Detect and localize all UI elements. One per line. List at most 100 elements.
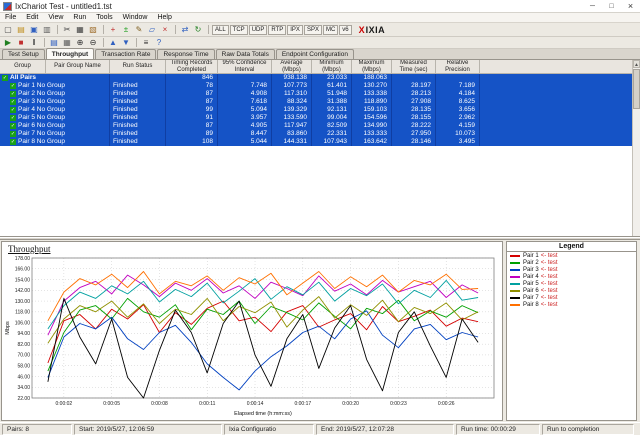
cut-icon[interactable]: ✂ [61,24,73,35]
print-icon[interactable]: ▥ [41,24,53,35]
tab-response-time[interactable]: Response Time [157,49,214,59]
protocol-button-v6[interactable]: v6 [339,25,351,35]
row-check-icon[interactable]: ✓ [10,123,16,129]
protocol-button-udp[interactable]: UDP [249,25,268,35]
cell-confidence: 3.957 [218,114,272,122]
zoom-out-icon[interactable]: ⊖ [87,37,99,48]
menu-window[interactable]: Window [118,14,153,21]
column-header-run-status[interactable]: Run Status [110,60,166,74]
row-check-icon[interactable]: ✓ [10,99,16,105]
throughput-chart[interactable]: 178.00166.00154.00142.00130.00118.00106.… [2,254,502,423]
column-header-group[interactable]: Group [0,60,46,74]
cell-confidence: 8.447 [218,130,272,138]
legend-item-pair-3[interactable]: Pair 3<- test [507,266,636,273]
row-check-icon[interactable]: ✓ [10,115,16,121]
add-multicast-group-icon[interactable]: ± [120,24,132,35]
duplicate-pair-icon[interactable]: ▱ [146,24,158,35]
series-pair-1[interactable] [48,301,478,363]
run-toolbar: ▶■‖ ▤▦⊕⊖ ▲▼ ≡? [0,37,640,49]
pause-test-icon[interactable]: ‖ [28,37,40,48]
chart-svg[interactable]: 178.00166.00154.00142.00130.00118.00106.… [2,254,500,418]
delete-pair-icon[interactable]: × [159,24,171,35]
maximize-button[interactable]: □ [602,0,621,13]
row-check-icon[interactable]: ✓ [10,91,16,97]
close-button[interactable]: × [621,0,640,13]
protocol-button-tcp[interactable]: TCP [230,25,248,35]
cell-average: 83.860 [272,130,312,138]
column-header-95-confidence-interval[interactable]: 95% Confidence Interval [218,60,272,74]
scrollbar-thumb[interactable] [633,69,640,109]
table-row-pair-5-no-group[interactable]: ✓Pair 5 No GroupFinished913.957133.59099… [0,114,640,122]
paste-icon[interactable]: ▧ [87,24,99,35]
edit-pair-icon[interactable]: ✎ [133,24,145,35]
legend-item-pair-7[interactable]: Pair 7<- test [507,294,636,301]
row-check-icon[interactable]: ✓ [10,107,16,113]
legend-item-pair-4[interactable]: Pair 4<- test [507,273,636,280]
move-up-icon[interactable]: ▲ [107,37,119,48]
new-icon[interactable]: ▢ [2,24,14,35]
protocol-button-ipx[interactable]: IPX [287,25,303,35]
protocol-button-rtp[interactable]: RTP [268,25,286,35]
menu-run[interactable]: Run [68,14,91,21]
cell-minimum: 51.948 [312,90,352,98]
legend-item-pair-6[interactable]: Pair 6<- test [507,287,636,294]
stop-test-icon[interactable]: ■ [15,37,27,48]
protocol-button-spx[interactable]: SPX [304,25,322,35]
row-check-icon[interactable]: ✓ [10,139,16,145]
tab-raw-data-totals[interactable]: Raw Data Totals [216,49,275,59]
series-pair-4[interactable] [48,275,478,335]
menu-tools[interactable]: Tools [91,14,117,21]
copy-icon[interactable]: ▦ [74,24,86,35]
refresh-icon[interactable]: ↻ [192,24,204,35]
table-row-pair-3-no-group[interactable]: ✓Pair 3 No GroupFinished877.61888.32431.… [0,98,640,106]
run-test-icon[interactable]: ▶ [2,37,14,48]
table-row-pair-7-no-group[interactable]: ✓Pair 7 No GroupFinished898.44783.86022.… [0,130,640,138]
column-header-pair-group-name[interactable]: Pair Group Name [46,60,110,74]
column-header-measured-time-sec[interactable]: Measured Time (sec) [392,60,436,74]
table-row-pair-4-no-group[interactable]: ✓Pair 4 No GroupFinished995.094139.32992… [0,106,640,114]
table-view-icon[interactable]: ▦ [61,37,73,48]
protocol-button-all[interactable]: ALL [212,25,229,35]
report-view-icon[interactable]: ▤ [48,37,60,48]
tab-test-setup[interactable]: Test Setup [2,49,45,59]
menu-edit[interactable]: Edit [21,14,43,21]
help-icon[interactable]: ? [153,37,165,48]
table-row-all-pairs[interactable]: ✓All Pairs846938.13823.033188.063 [0,74,640,82]
options-icon[interactable]: ≡ [140,37,152,48]
zoom-in-icon[interactable]: ⊕ [74,37,86,48]
move-down-icon[interactable]: ▼ [120,37,132,48]
scroll-up-icon[interactable]: ▲ [633,60,640,68]
series-pair-7[interactable] [48,298,478,398]
table-row-pair-2-no-group[interactable]: ✓Pair 2 No GroupFinished874.908117.31051… [0,90,640,98]
legend-item-pair-8[interactable]: Pair 8<- test [507,301,636,308]
save-icon[interactable]: ▣ [28,24,40,35]
column-header-relative-precision[interactable]: Relative Precision [436,60,480,74]
vertical-scrollbar[interactable]: ▲ [632,60,640,236]
column-header-maximum-mbps[interactable]: Maximum (Mbps) [352,60,392,74]
svg-text:0:00:11: 0:00:11 [199,401,216,407]
tab-throughput[interactable]: Throughput [46,48,94,59]
table-row-pair-6-no-group[interactable]: ✓Pair 6 No GroupFinished874.905117.94782… [0,122,640,130]
menu-help[interactable]: Help [152,14,176,21]
column-header-minimum-mbps[interactable]: Minimum (Mbps) [312,60,352,74]
row-check-icon[interactable]: ✓ [10,83,16,89]
legend-item-pair-2[interactable]: Pair 2<- test [507,259,636,266]
legend-item-pair-1[interactable]: Pair 1<- test [507,252,636,259]
table-row-pair-8-no-group[interactable]: ✓Pair 8 No GroupFinished1085.044144.3311… [0,138,640,146]
row-check-icon[interactable]: ✓ [2,75,8,81]
minimize-button[interactable]: ─ [583,0,602,13]
legend-item-pair-5[interactable]: Pair 5<- test [507,280,636,287]
add-pair-icon[interactable]: + [107,24,119,35]
cell-status: Finished [110,114,166,122]
column-header-timing-records-completed[interactable]: Timing Records Completed [166,60,218,74]
protocol-button-mc[interactable]: MC [323,25,338,35]
row-check-icon[interactable]: ✓ [10,131,16,137]
table-row-pair-1-no-group[interactable]: ✓Pair 1 No GroupFinished787.748107.77361… [0,82,640,90]
menu-view[interactable]: View [43,14,68,21]
tab-transaction-rate[interactable]: Transaction Rate [95,49,156,59]
menu-file[interactable]: File [0,14,21,21]
tab-endpoint-configuration[interactable]: Endpoint Configuration [276,49,354,59]
connect-endpoints-icon[interactable]: ⇄ [179,24,191,35]
open-icon[interactable]: ▤ [15,24,27,35]
column-header-average-mbps[interactable]: Average (Mbps) [272,60,312,74]
